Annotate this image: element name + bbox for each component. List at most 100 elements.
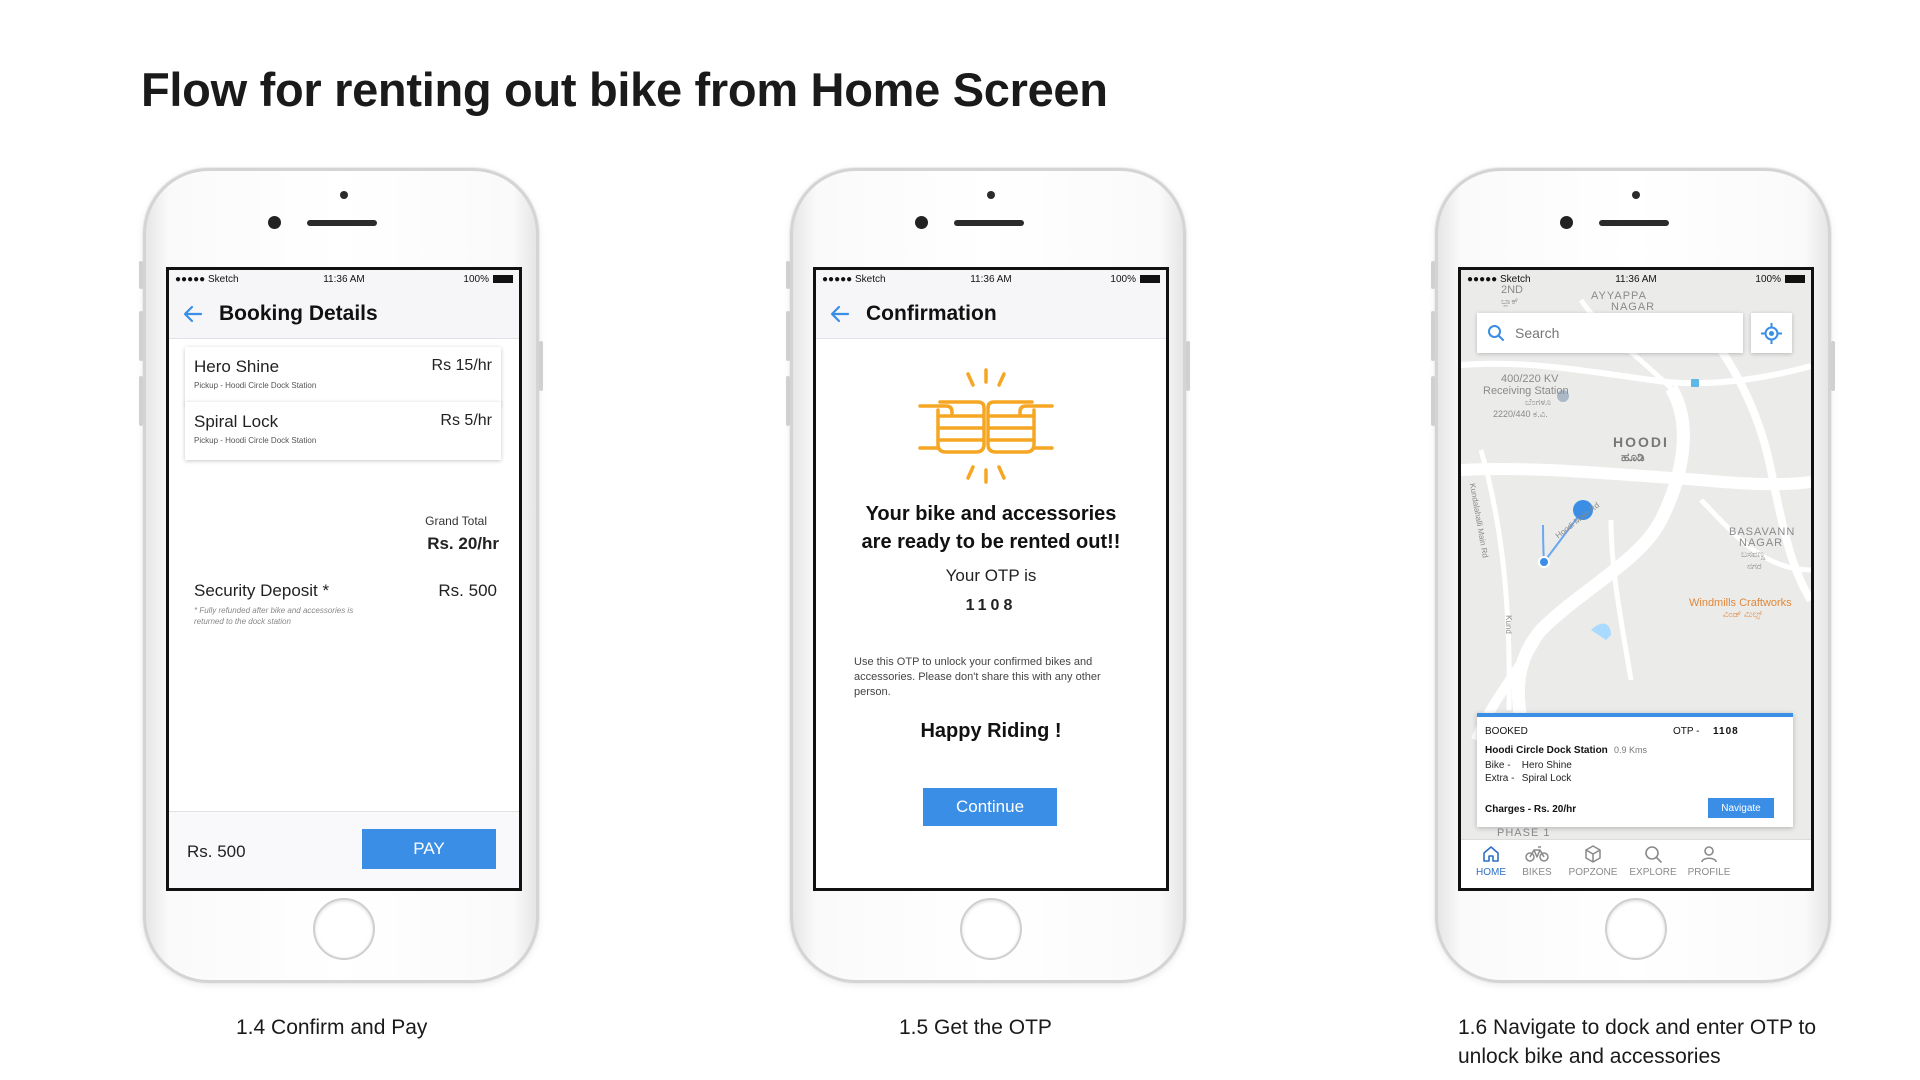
map-label: 2220/440 ಕ.ವಿ. (1493, 409, 1548, 419)
extra-row: Extra - Spiral Lock (1485, 773, 1571, 784)
item-price: Rs 5/hr (440, 412, 492, 429)
battery-percent: 100% (1110, 274, 1136, 285)
earpiece-speaker (307, 220, 377, 226)
booking-item-card[interactable]: Hero Shine Pickup - Hoodi Circle Dock St… (185, 347, 501, 405)
tab-popzone[interactable]: POPZONE (1563, 844, 1623, 878)
volume-up-button (1431, 311, 1435, 361)
pay-button[interactable]: PAY (362, 829, 496, 869)
security-deposit-value: Rs. 500 (438, 581, 497, 600)
power-button (1831, 341, 1835, 391)
tab-bikes[interactable]: BIKES (1507, 844, 1567, 878)
item-name: Spiral Lock (194, 412, 279, 431)
mute-switch (786, 261, 790, 289)
nav-bar: Booking Details (169, 290, 519, 339)
screen-title: Booking Details (219, 302, 378, 325)
tab-label: POPZONE (1568, 867, 1618, 878)
otp-label: Your OTP is (945, 566, 1037, 585)
grand-total-value: Rs. 20/hr (427, 534, 499, 553)
otp-value: 1108 (965, 597, 1017, 614)
extra-value: Spiral Lock (1521, 773, 1572, 784)
continue-button[interactable]: Continue (923, 788, 1057, 826)
mute-switch (1431, 261, 1435, 289)
tab-profile[interactable]: PROFILE (1679, 844, 1739, 878)
map-label: NAGAR (1611, 301, 1656, 313)
extra-label: Extra - (1485, 773, 1515, 784)
tab-bar: HOME BIKES POPZONE EXPLORE PROFILE (1461, 839, 1811, 888)
otp-note: Use this OTP to unlock your confirmed bi… (854, 656, 1101, 698)
bike-label: Bike - (1485, 760, 1511, 771)
cube-icon (1585, 845, 1601, 863)
map-label: ಬ್ಲಾಕ್ (1501, 296, 1519, 306)
tab-label: PROFILE (1687, 867, 1731, 878)
map-label: NAGAR (1739, 537, 1784, 549)
volume-up-button (786, 311, 790, 361)
status-bar: ●●●●● Sketch 11:36 AM 100% (1461, 270, 1811, 290)
battery-icon (1785, 275, 1805, 283)
volume-down-button (1431, 376, 1435, 426)
charges: Charges - Rs. 20/hr (1485, 804, 1577, 815)
explore-search-icon (1645, 846, 1662, 863)
bike-icon (1525, 846, 1549, 862)
map-label: ಹೂಡಿ (1621, 450, 1645, 464)
item-pickup: Pickup - Hoodi Circle Dock Station (194, 436, 317, 445)
front-camera (1560, 216, 1573, 229)
booking-summary-card[interactable]: BOOKED OTP - 1108 Hoodi Circle Dock Stat… (1477, 713, 1793, 827)
search-box[interactable] (1477, 313, 1743, 353)
front-sensor (987, 191, 995, 199)
security-deposit-note: * Fully refunded after bike and accessor… (194, 606, 354, 626)
booking-item-card[interactable]: Spiral Lock Pickup - Hoodi Circle Dock S… (185, 402, 501, 460)
volume-down-button (139, 376, 143, 426)
crosshair-icon (1761, 323, 1782, 344)
page-title: Flow for renting out bike from Home Scre… (141, 63, 1108, 116)
map-label: ವಿಂಡ್ ಮಿಲ್ಸ್ (1723, 609, 1763, 619)
status-bar: ●●●●● Sketch 11:36 AM 100% (169, 270, 519, 290)
item-price: Rs 15/hr (431, 357, 492, 374)
home-icon (1483, 846, 1499, 862)
battery-percent: 100% (463, 274, 489, 285)
phone-booking: ●●●●● Sketch 11:36 AM 100% Booking Detai… (139, 168, 543, 983)
screen-title: Confirmation (866, 302, 997, 325)
tab-explore[interactable]: EXPLORE (1623, 844, 1683, 878)
map-label: ಬೆಂಗಳೂ (1525, 397, 1551, 407)
otp-label: OTP - (1673, 726, 1700, 737)
front-camera (268, 216, 281, 229)
back-arrow-icon[interactable] (181, 302, 205, 326)
station-name: Hoodi Circle Dock Station (1485, 745, 1608, 756)
front-sensor (340, 191, 348, 199)
caption-confirm-pay: 1.4 Confirm and Pay (236, 1016, 428, 1039)
bike-row: Bike - Hero Shine (1485, 760, 1572, 771)
map-label: HOODI (1613, 434, 1669, 450)
locate-me-button[interactable] (1751, 313, 1792, 353)
volume-down-button (786, 376, 790, 426)
caption-navigate-line2: unlock bike and accessories (1458, 1045, 1721, 1068)
battery-icon (493, 275, 513, 283)
item-name: Hero Shine (194, 357, 280, 376)
power-button (1186, 341, 1190, 391)
confirmation-heading: Your bike and accessories are ready to b… (861, 503, 1121, 553)
home-button[interactable] (313, 898, 375, 960)
home-button[interactable] (960, 898, 1022, 960)
map-label: Kund (1503, 615, 1513, 634)
nav-bar: Confirmation (816, 290, 1166, 339)
tab-label: EXPLORE (1629, 867, 1677, 878)
booking-status: BOOKED (1485, 726, 1528, 737)
earpiece-speaker (954, 220, 1024, 226)
status-bar: ●●●●● Sketch 11:36 AM 100% (816, 270, 1166, 290)
volume-up-button (139, 311, 143, 361)
mute-switch (139, 261, 143, 289)
front-camera (915, 216, 928, 229)
home-button[interactable] (1605, 898, 1667, 960)
back-arrow-icon[interactable] (828, 302, 852, 326)
search-input[interactable] (1515, 323, 1715, 343)
map-label: ನಗರ (1747, 561, 1762, 571)
navigate-button[interactable]: Navigate (1708, 798, 1774, 818)
caption-get-otp: 1.5 Get the OTP (899, 1016, 1052, 1039)
footer-amount: Rs. 500 (187, 842, 246, 861)
profile-icon (1701, 846, 1717, 863)
item-pickup: Pickup - Hoodi Circle Dock Station (194, 381, 317, 390)
battery-percent: 100% (1755, 274, 1781, 285)
payment-footer: Rs. 500 PAY (169, 811, 519, 888)
map-label: 400/220 KV (1501, 373, 1559, 385)
bike-value: Hero Shine (1521, 760, 1572, 771)
map-label: PHASE 1 (1497, 827, 1551, 839)
